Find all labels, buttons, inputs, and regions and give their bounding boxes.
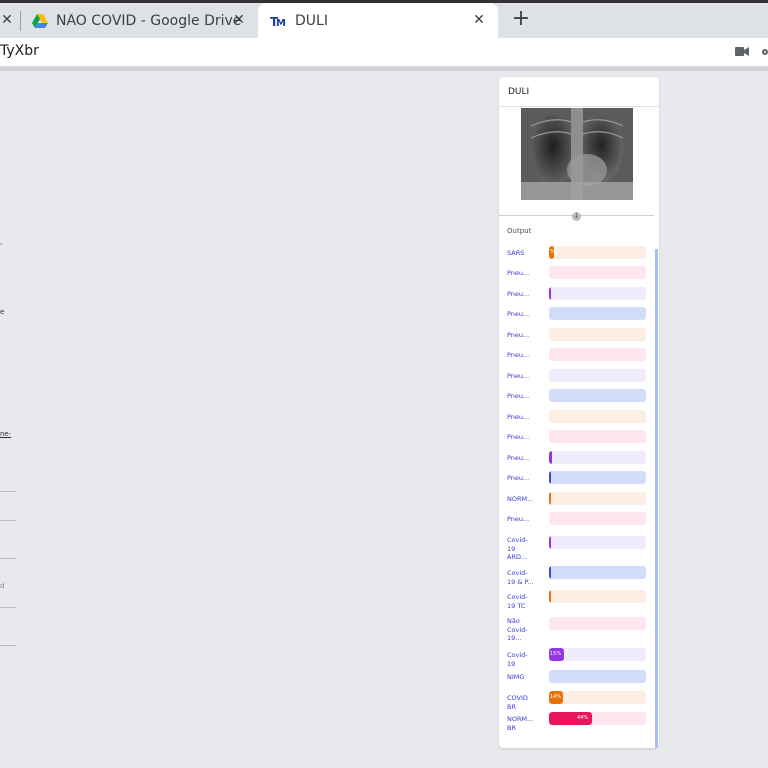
prediction-bar (549, 266, 646, 279)
prediction-label: Pneu... (507, 392, 530, 400)
prediction-bar-fill (549, 451, 552, 464)
panel-title: DULI (508, 87, 530, 97)
xray-preview-image (521, 108, 633, 200)
prediction-label: Pneu... (507, 269, 530, 277)
prediction-percent: 14% (550, 694, 562, 700)
prediction-label: Pneu... (507, 433, 530, 441)
prediction-percent: 44% (577, 715, 589, 721)
prediction-bar-fill (549, 590, 551, 603)
prediction-percent: 15% (550, 651, 562, 657)
prediction-bar (549, 590, 646, 603)
prediction-bar: 44% (549, 712, 646, 725)
arrow-down-icon: ↓ (572, 212, 581, 221)
prediction-bar (549, 348, 646, 361)
tab-title: DULI (295, 12, 328, 29)
prediction-label: COVID BR (507, 694, 528, 711)
prediction-bar (549, 492, 646, 505)
new-tab-button[interactable]: + (508, 7, 534, 33)
prediction-bar-fill (549, 471, 551, 484)
prediction-bar (549, 307, 646, 320)
divider (0, 645, 16, 646)
prediction-percent: % (550, 249, 555, 255)
prediction-bar-fill (549, 566, 551, 579)
page-text-fragment: e (0, 308, 5, 316)
close-icon[interactable]: ✕ (0, 11, 16, 29)
tab-title: NÃO COVID - Google Drive (56, 12, 242, 29)
prediction-label: Pneu... (507, 331, 530, 339)
address-bar: TyXbr (0, 38, 768, 67)
prediction-bar (549, 287, 646, 300)
menu-icon[interactable] (762, 49, 768, 55)
prediction-label: Pneu... (507, 351, 530, 359)
close-icon[interactable]: ✕ (470, 11, 488, 29)
prediction-bar: 14% (549, 691, 646, 704)
camera-icon[interactable] (735, 46, 749, 57)
prediction-bar (549, 471, 646, 484)
prediction-label: NIMG (507, 673, 525, 681)
prediction-bar (549, 328, 646, 341)
preview-panel: DULI ↓ Output SARS % Pneu... Pneu... Pne… (499, 77, 659, 748)
prediction-bar: 15% (549, 648, 646, 661)
prediction-label: Covid-19 TC (507, 593, 528, 610)
prediction-label: Covid-19 ARD... (507, 536, 528, 561)
prediction-bar (549, 670, 646, 683)
prediction-label: SARS (507, 249, 525, 257)
tab-duli[interactable]: T M DULI ✕ (258, 3, 498, 38)
prediction-bar (549, 536, 646, 549)
prediction-label: Covid-19 & P... (507, 569, 534, 586)
page-text-fragment: d (0, 582, 5, 590)
prediction-bar (549, 617, 646, 630)
page-link-fragment[interactable]: ne- (0, 430, 11, 438)
output-label: Output (507, 227, 532, 235)
prediction-label: Pneu... (507, 515, 530, 523)
tab-previous[interactable]: ✕ (0, 3, 20, 38)
prediction-label: Covid-19 (507, 651, 528, 668)
prediction-label: Pneu... (507, 454, 530, 462)
tab-google-drive[interactable]: NÃO COVID - Google Drive ✕ (20, 3, 258, 38)
prediction-bar (549, 369, 646, 382)
svg-text:M: M (276, 18, 286, 28)
divider (499, 106, 659, 107)
prediction-label: Pneu... (507, 413, 530, 421)
prediction-label: Pneu... (507, 310, 530, 318)
google-drive-icon (32, 13, 48, 28)
tab-strip: ✕ NÃO COVID - Google Drive ✕ T M DULI ✕ … (0, 0, 768, 38)
page-text-fragment: , (0, 238, 3, 246)
prediction-bar (549, 430, 646, 443)
url-text[interactable]: TyXbr (0, 43, 39, 59)
prediction-label: Pneu... (507, 474, 530, 482)
prediction-label: NORM... (507, 495, 534, 503)
prediction-bar (549, 410, 646, 423)
prediction-bar (549, 451, 646, 464)
prediction-bar-fill (549, 287, 551, 300)
prediction-bar: % (549, 246, 646, 259)
teachable-machine-icon: T M (270, 15, 286, 28)
close-icon[interactable]: ✕ (230, 11, 248, 29)
prediction-label: Pneu... (507, 372, 530, 380)
xray-image-graphic (521, 108, 633, 200)
prediction-bar (549, 512, 646, 525)
divider (0, 520, 16, 521)
divider (0, 491, 16, 492)
divider (0, 558, 16, 559)
prediction-bar-fill (549, 536, 551, 549)
prediction-label: NORM... BR (507, 715, 534, 732)
prediction-label: Não Covid-19... (507, 617, 528, 642)
prediction-label: Pneu... (507, 290, 530, 298)
prediction-bar (549, 389, 646, 402)
prediction-bar-fill (549, 492, 551, 505)
scrollbar[interactable] (655, 249, 658, 748)
divider (0, 607, 16, 608)
toolbar-shadow (0, 67, 768, 71)
prediction-bar (549, 566, 646, 579)
